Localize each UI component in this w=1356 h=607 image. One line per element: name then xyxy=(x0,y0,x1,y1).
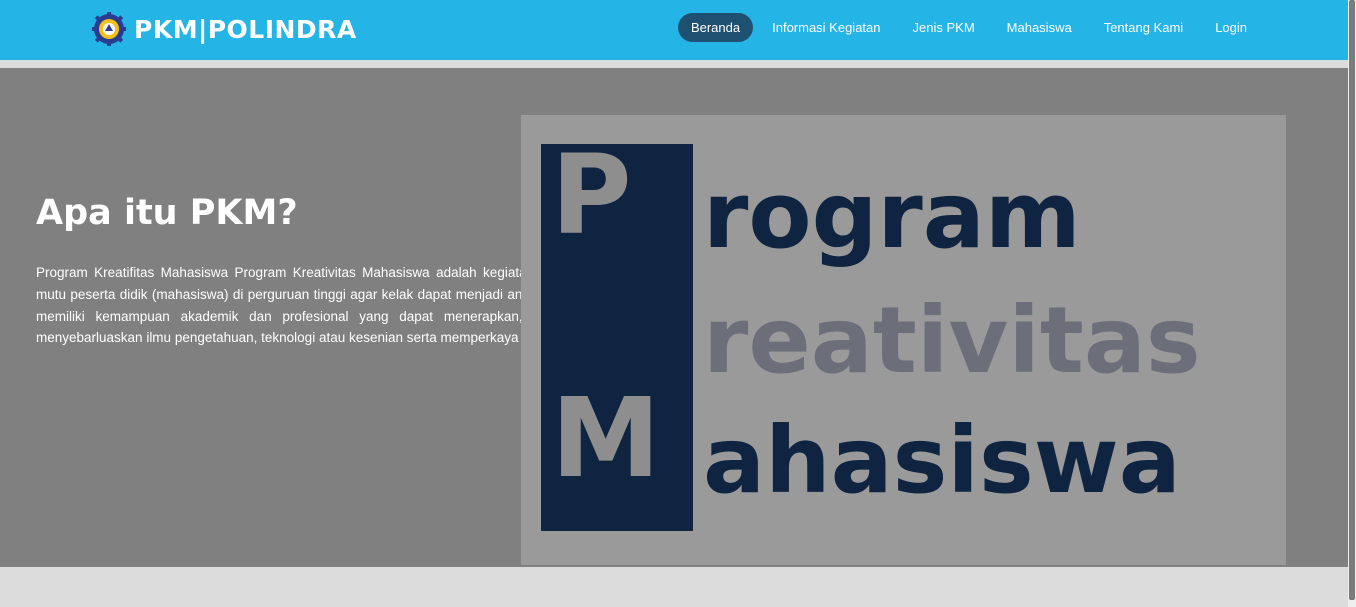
scrollbar-thumb[interactable] xyxy=(1349,0,1355,600)
polindra-gear-logo-icon xyxy=(92,12,126,46)
brand-text: PKM|POLINDRA xyxy=(134,14,357,44)
banner-word-ahasiswa: ahasiswa xyxy=(703,407,1181,514)
nav-item-login[interactable]: Login xyxy=(1202,13,1260,42)
hero-section: Apa itu PKM? Program Kreatifitas Mahasis… xyxy=(0,68,1348,567)
banner-letter-p: P xyxy=(551,131,632,259)
banner-word-reativitas: reativitas xyxy=(703,287,1201,394)
nav-item-mahasiswa[interactable]: Mahasiswa xyxy=(994,13,1085,42)
banner-word-rogram: rogram xyxy=(703,162,1081,269)
banner-letter-k: K xyxy=(551,254,637,382)
pkm-banner-image: P K M rogram reativitas ahasiswa xyxy=(521,115,1286,565)
main-nav: Beranda Informasi Kegiatan Jenis PKM Mah… xyxy=(677,13,1260,42)
hero-title: Apa itu PKM? xyxy=(36,193,298,233)
navbar: PKM|POLINDRA Beranda Informasi Kegiatan … xyxy=(0,0,1348,60)
nav-item-informasi-kegiatan[interactable]: Informasi Kegiatan xyxy=(759,13,893,42)
nav-item-beranda[interactable]: Beranda xyxy=(677,13,754,42)
banner-letter-m: M xyxy=(551,374,661,502)
nav-item-tentang-kami[interactable]: Tentang Kami xyxy=(1091,13,1197,42)
page-scrollbar[interactable] xyxy=(1348,0,1356,607)
nav-item-jenis-pkm[interactable]: Jenis PKM xyxy=(900,13,988,42)
brand-link[interactable]: PKM|POLINDRA xyxy=(92,12,357,46)
